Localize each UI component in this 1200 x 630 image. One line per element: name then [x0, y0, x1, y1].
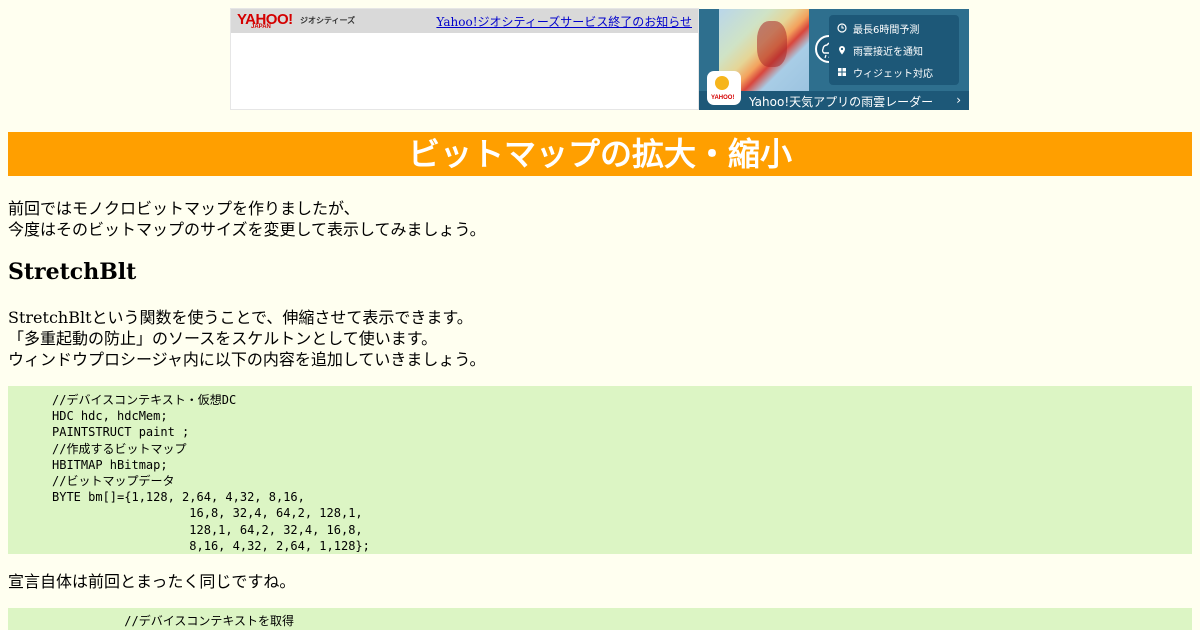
geocities-banner-header: YAHOO! JAPAN ジオシティーズ Yahoo!ジオシティーズサービス終了… — [231, 9, 698, 33]
weather-app-ad[interactable]: 最長6時間予測 雨雲接近を通知 ウィジェット対応 Yahoo!天気アプリの雨雲レ… — [699, 9, 969, 110]
description-paragraph: StretchBltという関数を使うことで、伸縮させて表示できます。 「多重起動… — [8, 307, 485, 370]
weather-app-icon[interactable]: YAHOO! — [707, 71, 741, 105]
widget-grid-icon — [838, 68, 846, 76]
description-line: ウィンドウプロシージャ内に以下の内容を追加していきましょう。 — [8, 350, 486, 369]
feature-label: 最長6時間予測 — [853, 24, 920, 36]
clock-icon — [837, 23, 847, 33]
code-block-get-dc: //デバイスコンテキストを取得 — [8, 608, 1192, 630]
weather-app-cta-label[interactable]: Yahoo!天気アプリの雨雲レーダー — [749, 93, 933, 110]
intro-line: 前回ではモノクロビットマップを作りましたが、 — [8, 199, 360, 218]
weather-feature-list: 最長6時間予測 雨雲接近を通知 ウィジェット対応 — [829, 15, 959, 85]
feature-item: ウィジェット対応 — [837, 63, 933, 81]
description-line: 「多重起動の防止」のソースをスケルトンとして使います。 — [8, 329, 438, 348]
intro-line: 今度はそのビットマップのサイズを変更して表示してみましょう。 — [8, 220, 486, 239]
chevron-right-icon[interactable]: › — [956, 93, 961, 107]
intro-paragraph: 前回ではモノクロビットマップを作りましたが、 今度はそのビットマップのサイズを変… — [8, 198, 486, 240]
section-heading: StretchBlt — [8, 259, 137, 285]
geocities-service-name: ジオシティーズ — [300, 16, 356, 25]
feature-label: ウィジェット対応 — [853, 68, 933, 80]
weather-app-icon-label: YAHOO! — [711, 95, 735, 101]
yahoo-logo-sub: JAPAN — [251, 24, 271, 30]
description-line: StretchBltという関数を使うことで、伸縮させて表示できます。 — [8, 308, 473, 327]
service-end-notice-link[interactable]: Yahoo!ジオシティーズサービス終了のお知らせ — [436, 13, 692, 30]
feature-item: 最長6時間予測 — [837, 19, 919, 37]
code-block-declarations: //デバイスコンテキスト・仮想DC HDC hdc, hdcMem; PAINT… — [8, 386, 1192, 554]
page-title: ビットマップの拡大・縮小 — [8, 132, 1192, 176]
feature-item: 雨雲接近を通知 — [837, 41, 923, 59]
feature-label: 雨雲接近を通知 — [853, 46, 923, 58]
top-banner-area: YAHOO! JAPAN ジオシティーズ Yahoo!ジオシティーズサービス終了… — [230, 8, 970, 110]
geocities-banner: YAHOO! JAPAN ジオシティーズ Yahoo!ジオシティーズサービス終了… — [230, 8, 699, 110]
location-pin-icon — [839, 46, 845, 55]
after-code-paragraph: 宣言自体は前回とまったく同じですね。 — [8, 572, 296, 591]
